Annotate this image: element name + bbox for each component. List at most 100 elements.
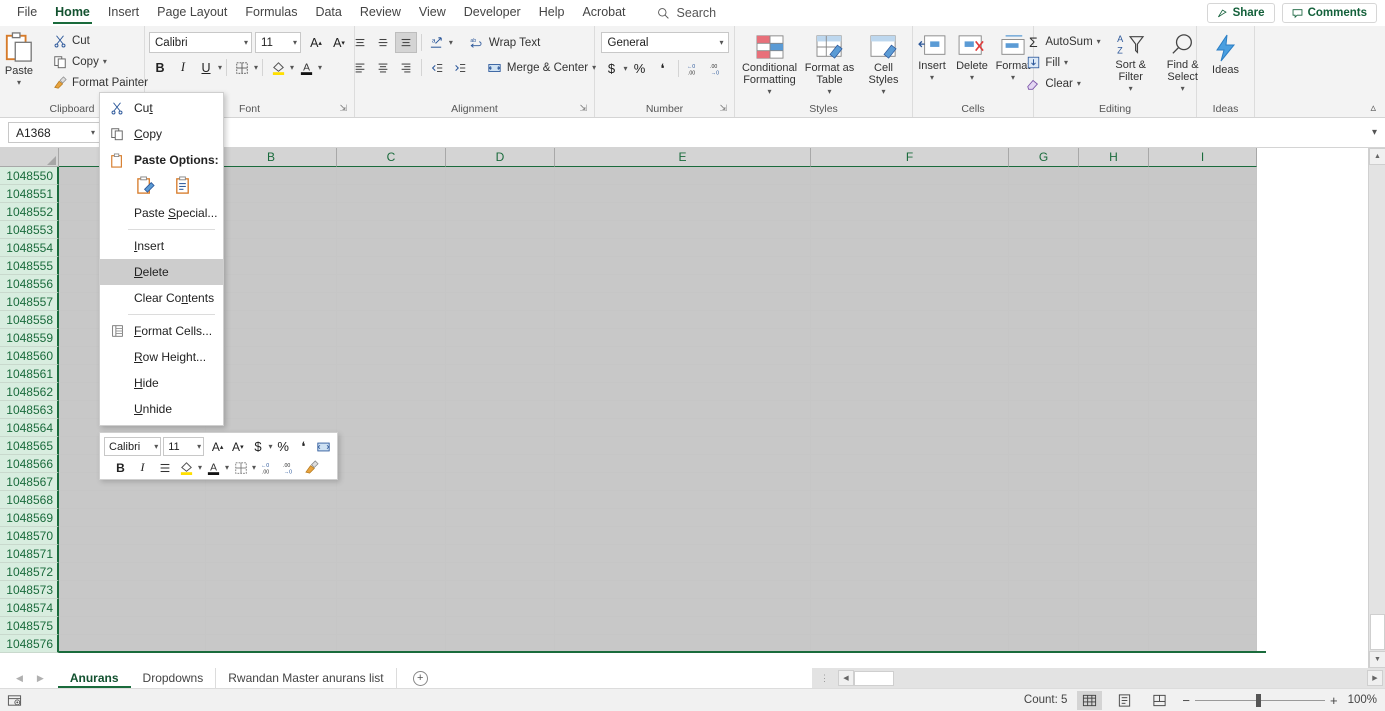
align-center-button[interactable] <box>372 57 394 78</box>
grid-cell[interactable] <box>337 329 446 347</box>
expand-formula-bar-button[interactable]: ▾ <box>1372 127 1381 138</box>
grid-cell[interactable] <box>1079 203 1149 221</box>
grid-cell[interactable] <box>811 581 1009 599</box>
grid-cell[interactable] <box>446 617 555 635</box>
grid-cell[interactable] <box>1079 473 1149 491</box>
grid-cell[interactable] <box>1149 563 1257 581</box>
row-header[interactable]: 1048554 <box>0 239 59 257</box>
grid-cell[interactable] <box>1079 437 1149 455</box>
chevron-down-icon[interactable]: ▾ <box>1181 83 1185 95</box>
context-menu-item-hide[interactable]: Hide <box>100 370 223 396</box>
mini-percent-style-button[interactable]: % <box>274 437 293 457</box>
ribbon-tab-page-layout[interactable]: Page Layout <box>148 0 236 26</box>
grid-cell[interactable] <box>811 545 1009 563</box>
grid-cell[interactable] <box>811 491 1009 509</box>
mini-align-button[interactable] <box>154 458 175 478</box>
grid-cell[interactable] <box>555 293 811 311</box>
decrease-font-size-button[interactable]: A ▾ <box>328 32 350 53</box>
row-header[interactable]: 1048557 <box>0 293 59 311</box>
grid-cell[interactable] <box>555 383 811 401</box>
mini-bold-button[interactable]: B <box>110 458 131 478</box>
comma-style-button[interactable]: ❛ <box>652 58 674 79</box>
grid-cell[interactable] <box>1149 473 1257 491</box>
share-button[interactable]: Share <box>1206 3 1275 23</box>
conditional-formatting-button[interactable]: Conditional Formatting ▾ <box>739 31 801 98</box>
row-header[interactable]: 1048562 <box>0 383 59 401</box>
name-box[interactable]: A1368 ▾ <box>8 122 100 143</box>
grid-cell[interactable] <box>1149 185 1257 203</box>
grid-cell[interactable] <box>1079 383 1149 401</box>
ribbon-tab-formulas[interactable]: Formulas <box>236 0 306 26</box>
grid-cell[interactable] <box>811 203 1009 221</box>
ideas-button[interactable]: Ideas <box>1202 31 1250 76</box>
grid-cell[interactable] <box>446 347 555 365</box>
grid-cell[interactable] <box>446 419 555 437</box>
chevron-down-icon[interactable]: ▾ <box>225 463 229 472</box>
column-header-H[interactable]: H <box>1079 148 1149 167</box>
grid-cell[interactable] <box>206 545 337 563</box>
grid-cell[interactable] <box>1079 167 1149 185</box>
grid-cell[interactable] <box>446 275 555 293</box>
grid-cell[interactable] <box>337 563 446 581</box>
chevron-down-icon[interactable]: ▾ <box>881 86 885 98</box>
grid-cell[interactable] <box>1009 167 1079 185</box>
grid-cell[interactable] <box>206 581 337 599</box>
align-middle-button[interactable] <box>372 32 394 53</box>
sheet-prev-icon[interactable]: ◀ <box>16 673 23 684</box>
format-painter-button[interactable]: Format Painter <box>48 72 152 93</box>
grid-cell[interactable] <box>1009 185 1079 203</box>
split-handle[interactable]: ⋮ <box>812 673 838 684</box>
comments-button[interactable]: Comments <box>1281 3 1377 23</box>
grid-cell[interactable] <box>555 563 811 581</box>
grid-cell[interactable] <box>446 437 555 455</box>
row-header[interactable]: 1048561 <box>0 365 59 383</box>
column-header-G[interactable]: G <box>1009 148 1079 167</box>
grid-cell[interactable] <box>555 365 811 383</box>
row-header[interactable]: 1048565 <box>0 437 59 455</box>
chevron-down-icon[interactable]: ▾ <box>290 63 294 72</box>
grid-cell[interactable] <box>337 437 446 455</box>
grid-cell[interactable] <box>446 473 555 491</box>
bold-button[interactable]: B <box>149 57 171 78</box>
grid-cell[interactable] <box>206 293 337 311</box>
context-menu-item-format-cells[interactable]: Format Cells... <box>100 318 223 344</box>
underline-button[interactable]: U <box>195 57 217 78</box>
chevron-down-icon[interactable]: ▾ <box>1064 58 1068 67</box>
grid-cell[interactable] <box>1009 491 1079 509</box>
grid-cell[interactable] <box>1009 383 1079 401</box>
paste-values-icon[interactable] <box>136 176 155 195</box>
row-header[interactable]: 1048575 <box>0 617 59 635</box>
grid-cell[interactable] <box>1149 545 1257 563</box>
chevron-down-icon[interactable]: ▾ <box>1097 37 1101 46</box>
grid-cell[interactable] <box>1149 491 1257 509</box>
grid-cell[interactable] <box>555 527 811 545</box>
font-color-button[interactable]: A <box>295 57 317 78</box>
chevron-down-icon[interactable]: ▾ <box>930 72 934 84</box>
chevron-down-icon[interactable]: ▾ <box>1077 79 1081 88</box>
grid-cell[interactable] <box>1009 563 1079 581</box>
context-menu-item-insert[interactable]: Insert <box>100 233 223 259</box>
grid-cell[interactable] <box>1079 563 1149 581</box>
orientation-button[interactable]: a <box>426 32 448 53</box>
increase-indent-button[interactable] <box>449 57 471 78</box>
grid-cell[interactable] <box>555 239 811 257</box>
grid-cell[interactable] <box>1149 527 1257 545</box>
grid-cell[interactable] <box>446 581 555 599</box>
grid-cell[interactable] <box>1079 347 1149 365</box>
grid-cell[interactable] <box>337 527 446 545</box>
horizontal-scrollbar[interactable]: ⋮ ◀ ▶ <box>812 668 1385 688</box>
row-header[interactable]: 1048567 <box>0 473 59 491</box>
grid-cell[interactable] <box>337 311 446 329</box>
column-header-E[interactable]: E <box>555 148 811 167</box>
grid-cell[interactable] <box>555 401 811 419</box>
grid-cell[interactable] <box>1079 527 1149 545</box>
grid-cell[interactable] <box>811 293 1009 311</box>
row-header[interactable]: 1048551 <box>0 185 59 203</box>
row-header[interactable]: 1048556 <box>0 275 59 293</box>
percent-style-button[interactable]: % <box>629 58 651 79</box>
row-header[interactable]: 1048563 <box>0 401 59 419</box>
grid-cell[interactable] <box>206 401 337 419</box>
grid-cell[interactable] <box>59 563 206 581</box>
zoom-in-button[interactable]: + <box>1330 693 1338 708</box>
grid-cell[interactable] <box>555 329 811 347</box>
